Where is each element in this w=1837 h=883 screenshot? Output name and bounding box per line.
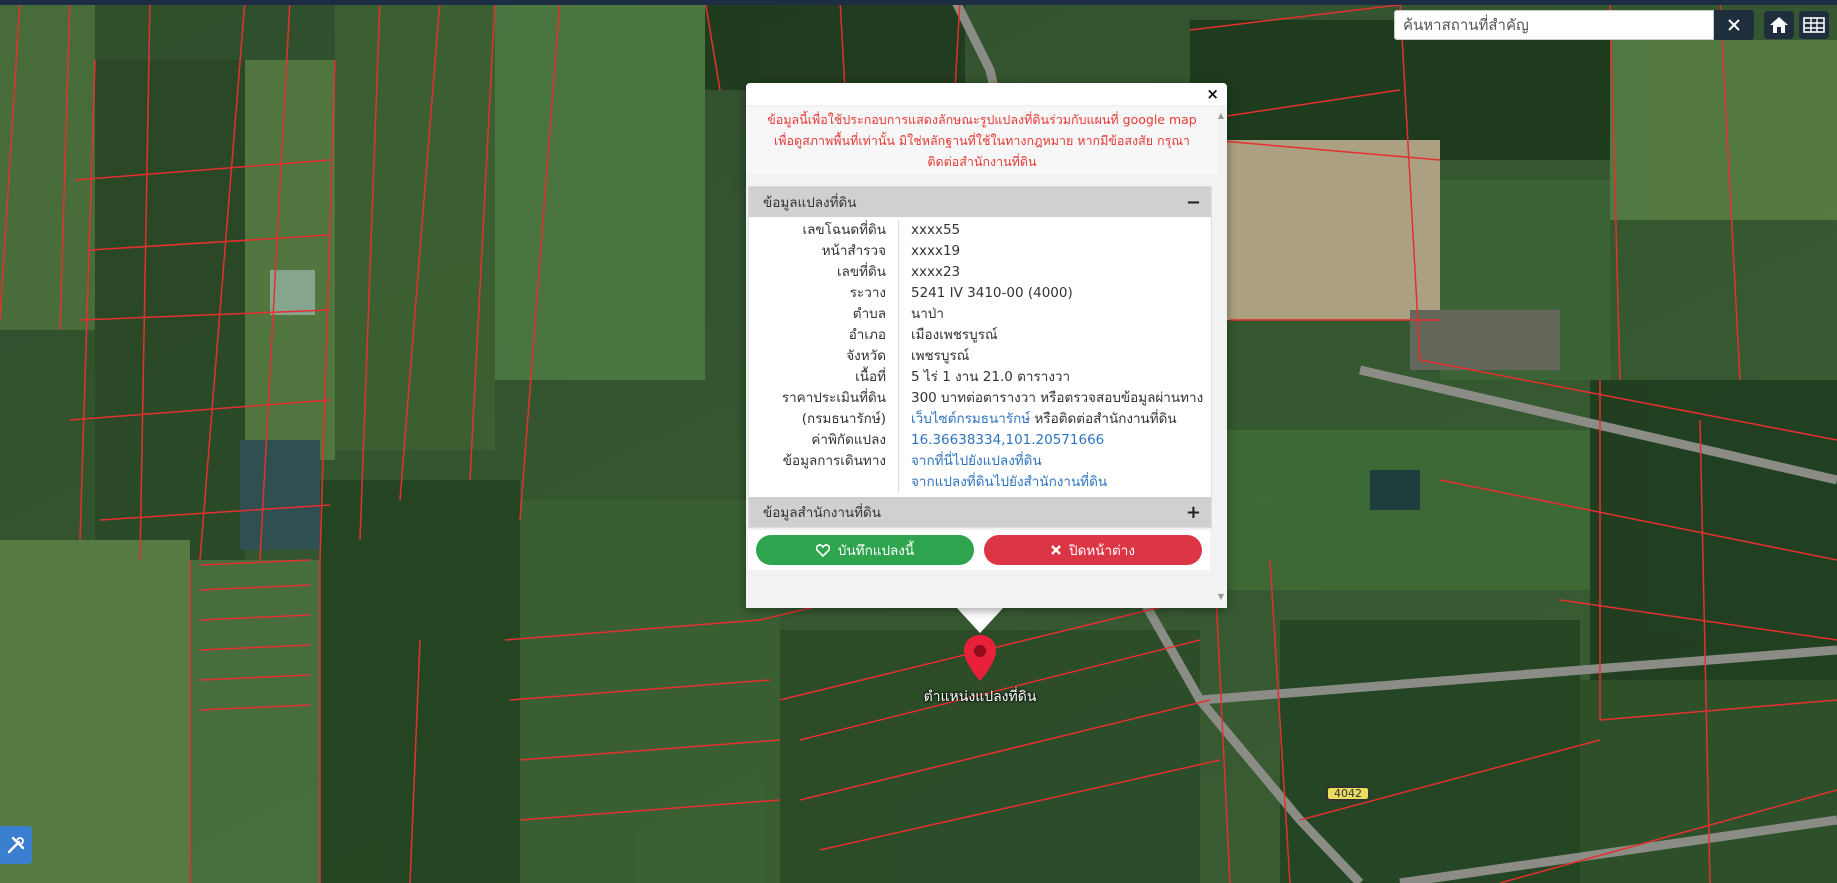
label-area: เนื้อที่ [749,367,899,388]
parcel-info-table: เลขโฉนดที่ดิน xxxx55 หน้าสำรวจ xxxx19 เล… [749,217,1211,497]
tools-icon [7,836,25,854]
search-bar [1394,10,1754,40]
value-subdistrict: นาป่า [911,306,944,322]
value-area: 5 ไร่ 1 งาน 21.0 ตารางวา [911,369,1071,385]
label-survey-page: หน้าสำรวจ [749,241,899,262]
tools-button[interactable] [0,826,32,864]
expand-icon[interactable]: + [1186,502,1201,523]
office-section-header[interactable]: ข้อมูลสำนักงานที่ดิน + [749,497,1211,527]
parcel-info-panel: ข้อมูลแปลงที่ดิน − เลขโฉนดที่ดิน xxxx55 … [748,186,1212,528]
value-land-no: xxxx23 [911,264,961,280]
value-appraisal-more: เว็บไซต์กรมธนารักษ์ หรือติดต่อสำนักงานที… [899,409,1211,430]
disclaimer-text: ข้อมูลนี้เพื่อใช้ประกอบการแสดงลักษณะรูปแ… [746,107,1218,174]
road-number-sign: 4042 [1326,786,1370,801]
grid-button[interactable] [1799,11,1829,39]
close-window-button[interactable]: ปิดหน้าต่าง [984,535,1202,565]
scroll-up-icon[interactable]: ▲ [1218,111,1224,120]
disclaimer-line: ข้อมูลนี้เพื่อใช้ประกอบการแสดงลักษณะรูปแ… [767,112,1197,127]
value-deed-no: xxxx55 [911,222,961,238]
parcel-section-header[interactable]: ข้อมูลแปลงที่ดิน − [749,187,1211,217]
value-survey-page: xxxx19 [911,243,961,259]
collapse-icon[interactable]: − [1186,192,1201,213]
save-parcel-button[interactable]: บันทึกแปลงนี้ [756,535,974,565]
save-parcel-label: บันทึกแปลงนี้ [837,543,915,559]
popup-actions: บันทึกแปลงนี้ ปิดหน้าต่าง [748,530,1210,570]
search-input[interactable] [1394,10,1714,40]
value-travel-1: จากที่นี่ไปยังแปลงที่ดิน [899,451,1211,472]
close-window-label: ปิดหน้าต่าง [1069,543,1135,559]
popup-tail [956,607,1004,633]
disclaimer-line: เพื่อดูสภาพพื้นที่เท่านั้น มิใช่หลักฐานท… [774,133,1190,148]
value-travel-2: จากแปลงที่ดินไปยังสำนักงานที่ดิน [899,472,1211,493]
value-appraisal: 300 บาทต่อตารางวา หรือตรวจสอบข้อมูลผ่านท… [911,390,1204,406]
label-subdistrict: ตำบล [749,304,899,325]
value-map-sheet: 5241 IV 3410-00 (4000) [911,285,1073,301]
label-map-sheet: ระวาง [749,283,899,304]
parcel-info-popup: × ▲ ▼ ข้อมูลนี้เพื่อใช้ประกอบการแสดงลักษ… [746,83,1227,608]
home-icon [1770,17,1788,33]
label-province: จังหวัด [749,346,899,367]
label-district: อำเภอ [749,325,899,346]
label-appraisal-dept: (กรมธนารักษ์) [749,409,899,430]
treasury-website-link[interactable]: เว็บไซต์กรมธนารักษ์ [911,411,1030,427]
label-coordinates: ค่าพิกัดแปลง [749,430,899,451]
top-bar [0,0,1837,5]
value-district: เมืองเพชรบูรณ์ [911,327,998,343]
office-section-title: ข้อมูลสำนักงานที่ดิน [763,505,882,521]
home-button[interactable] [1764,11,1794,39]
popup-close-button[interactable]: × [1206,85,1219,103]
label-land-no: เลขที่ดิน [749,262,899,283]
close-icon [1051,545,1061,555]
value-coordinates: 16.36638334,101.20571666 [899,430,1211,451]
marker-label: ตำแหน่งแปลงที่ดิน [923,689,1037,705]
appraisal-contact-text: หรือติดต่อสำนักงานที่ดิน [1030,411,1177,427]
label-appraisal: ราคาประเมินที่ดิน [749,388,899,409]
route-to-office-link[interactable]: จากแปลงที่ดินไปยังสำนักงานที่ดิน [911,474,1107,490]
coordinates-link[interactable]: 16.36638334,101.20571666 [911,432,1104,448]
label-deed-no: เลขโฉนดที่ดิน [749,220,899,241]
search-clear-button[interactable] [1714,10,1754,40]
label-travel-blank [749,472,899,493]
route-to-parcel-link[interactable]: จากที่นี่ไปยังแปลงที่ดิน [911,453,1042,469]
heart-icon [815,543,830,557]
value-province: เพชรบูรณ์ [911,348,970,364]
parcel-section-title: ข้อมูลแปลงที่ดิน [763,195,857,211]
disclaimer-line: ติดต่อสำนักงานที่ดิน [927,154,1037,169]
label-travel: ข้อมูลการเดินทาง [749,451,899,472]
close-icon [1728,19,1740,31]
grid-icon [1803,17,1825,33]
scroll-down-icon[interactable]: ▼ [1218,592,1224,601]
map-pin-icon[interactable] [962,634,998,682]
